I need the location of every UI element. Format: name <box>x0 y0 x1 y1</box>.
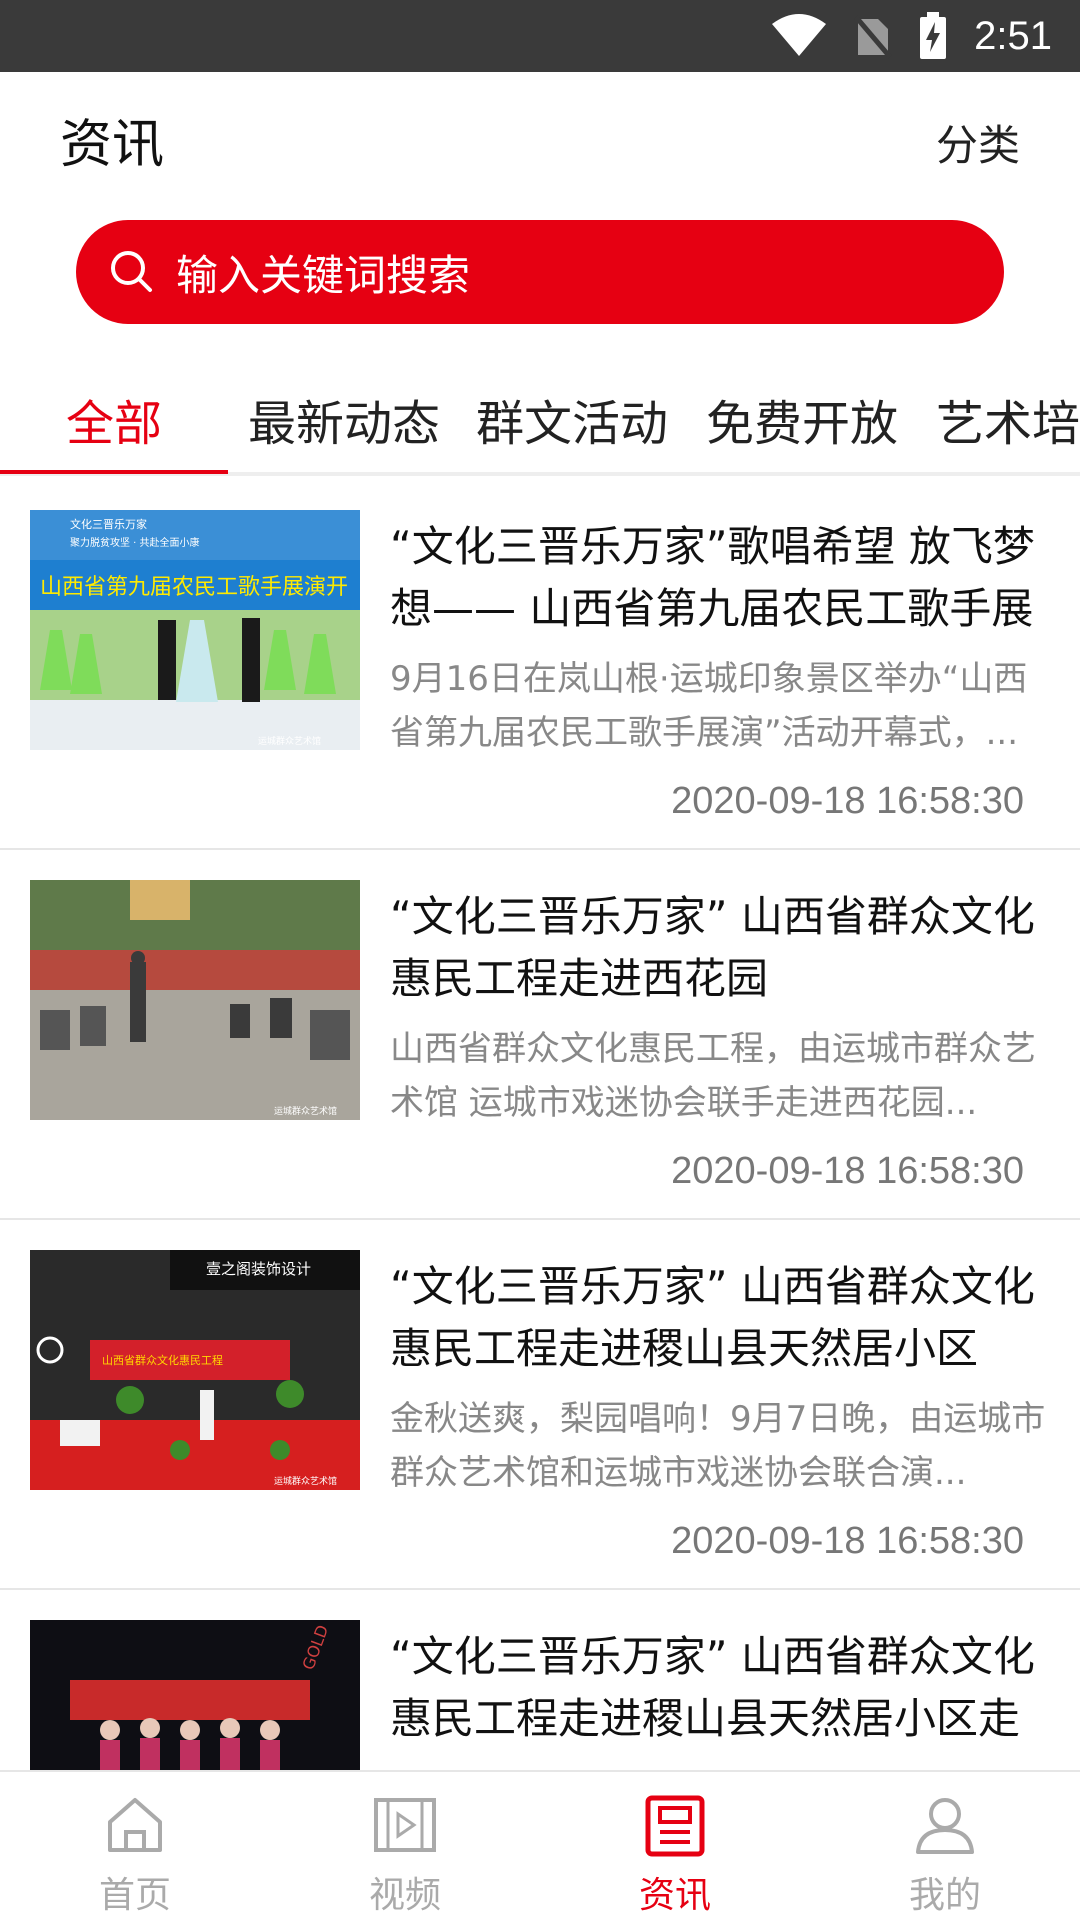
thumb-watermark: 运城群众艺术馆 <box>274 1475 337 1487</box>
user-icon <box>916 1798 974 1854</box>
news-item[interactable]: 运城群众艺术馆 “文化三晋乐万家” 山西省群众文化惠民工程走进西花园 山西省群众… <box>0 850 1080 1220</box>
thumb-banner-sub: 聚力脱贫攻坚 · 共赴全面小康 <box>70 536 200 549</box>
battery-charging-icon <box>918 12 948 60</box>
video-icon <box>374 1798 436 1852</box>
nav-home[interactable]: 首页 <box>0 1772 270 1920</box>
tab-indicator <box>0 470 228 474</box>
nav-mine[interactable]: 我的 <box>810 1772 1080 1920</box>
news-item[interactable]: 壹之阁装饰设计 山西省群众文化惠民工程 运城群众艺术馆 “文化三晋乐万家” 山西… <box>0 1220 1080 1590</box>
header: 资讯 分类 <box>0 72 1080 198</box>
news-title: “文化三晋乐万家” 山西省群众文化惠民工程走进稷山县天然居小区走 <box>390 1632 1035 1743</box>
thumb-watermark: 运城群众艺术馆 <box>258 735 321 747</box>
search-placeholder: 输入关键词搜索 <box>176 250 471 300</box>
nav-label: 我的 <box>908 1875 981 1916</box>
tab-art-training[interactable]: 艺术培 <box>936 384 1080 454</box>
nav-label: 资讯 <box>638 1875 711 1916</box>
news-date: 2020-09-18 16:58:30 <box>671 780 1024 822</box>
category-button[interactable]: 分类 <box>936 112 1020 173</box>
thumb-sign: 壹之阁装饰设计 <box>206 1260 311 1278</box>
nav-news[interactable]: 资讯 <box>540 1772 810 1920</box>
news-summary: 山西省群众文化惠民工程，由运城市群众艺术馆 运城市戏迷协会联手走进西花园... <box>390 1029 1036 1123</box>
search-bar[interactable]: 输入关键词搜索 <box>76 220 1004 324</box>
screen: 2:51 资讯 分类 输入关键词搜索 全部 最新动态 群文活动 免费开放 艺术培 <box>0 0 1080 1920</box>
news-summary: 金秋送爽，梨园唱响！9月7日晚，由运城市群众艺术馆和运城市戏迷协会联合演... <box>390 1399 1046 1493</box>
news-title: “文化三晋乐万家” 山西省群众文化惠民工程走进西花园 <box>390 892 1035 1003</box>
tab-latest-news[interactable]: 最新动态 <box>248 384 440 454</box>
tab-all[interactable]: 全部 <box>66 384 162 454</box>
search-icon <box>111 251 152 292</box>
news-list: 文化三晋乐万家 聚力脱贫攻坚 · 共赴全面小康 山西省第九届农民工歌手展演开 运… <box>0 480 1080 1770</box>
category-tabs: 全部 最新动态 群文活动 免费开放 艺术培 <box>0 360 1080 476</box>
news-title: “文化三晋乐万家” 山西省群众文化惠民工程走进稷山县天然居小区 <box>390 1262 1035 1373</box>
tab-free-opening[interactable]: 免费开放 <box>706 384 898 454</box>
news-icon <box>645 1795 705 1857</box>
news-item[interactable]: GOLD “文化三晋乐万家” 山西省群众文化惠民工程走进稷山县天然居小区走 <box>0 1590 1080 1770</box>
news-thumbnail: GOLD <box>30 1620 360 1770</box>
news-item[interactable]: 文化三晋乐万家 聚力脱贫攻坚 · 共赴全面小康 山西省第九届农民工歌手展演开 运… <box>0 480 1080 850</box>
news-title: “文化三晋乐万家”歌唱希望 放飞梦想—— 山西省第九届农民工歌手展 <box>390 522 1035 633</box>
thumb-banner: 山西省群众文化惠民工程 <box>102 1353 223 1367</box>
news-summary: 9月16日在岚山根·运城印象景区举办“山西省第九届农民工歌手展演”活动开幕式，.… <box>390 659 1028 753</box>
no-sim-icon <box>854 13 893 59</box>
news-thumbnail: 运城群众艺术馆 <box>30 880 360 1120</box>
thumb-watermark: 运城群众艺术馆 <box>274 1105 337 1117</box>
wifi-icon <box>770 14 828 58</box>
status-bar: 2:51 <box>0 0 1080 72</box>
thumb-banner-top: 文化三晋乐万家 <box>70 517 147 531</box>
thumb-banner-main: 山西省第九届农民工歌手展演开 <box>40 575 348 600</box>
bottom-nav: 首页 视频 资讯 我的 <box>0 1770 1080 1920</box>
tab-mass-culture-activities[interactable]: 群文活动 <box>476 384 668 454</box>
nav-label: 首页 <box>98 1875 171 1916</box>
status-time: 2:51 <box>974 13 1052 58</box>
home-icon <box>108 1798 162 1852</box>
page-title: 资讯 <box>60 115 165 175</box>
news-date: 2020-09-18 16:58:30 <box>671 1150 1024 1192</box>
news-thumbnail: 壹之阁装饰设计 山西省群众文化惠民工程 运城群众艺术馆 <box>30 1250 360 1490</box>
news-thumbnail: 文化三晋乐万家 聚力脱贫攻坚 · 共赴全面小康 山西省第九届农民工歌手展演开 运… <box>30 510 360 750</box>
nav-label: 视频 <box>368 1875 441 1916</box>
news-date: 2020-09-18 16:58:30 <box>671 1520 1024 1562</box>
nav-video[interactable]: 视频 <box>270 1772 540 1920</box>
